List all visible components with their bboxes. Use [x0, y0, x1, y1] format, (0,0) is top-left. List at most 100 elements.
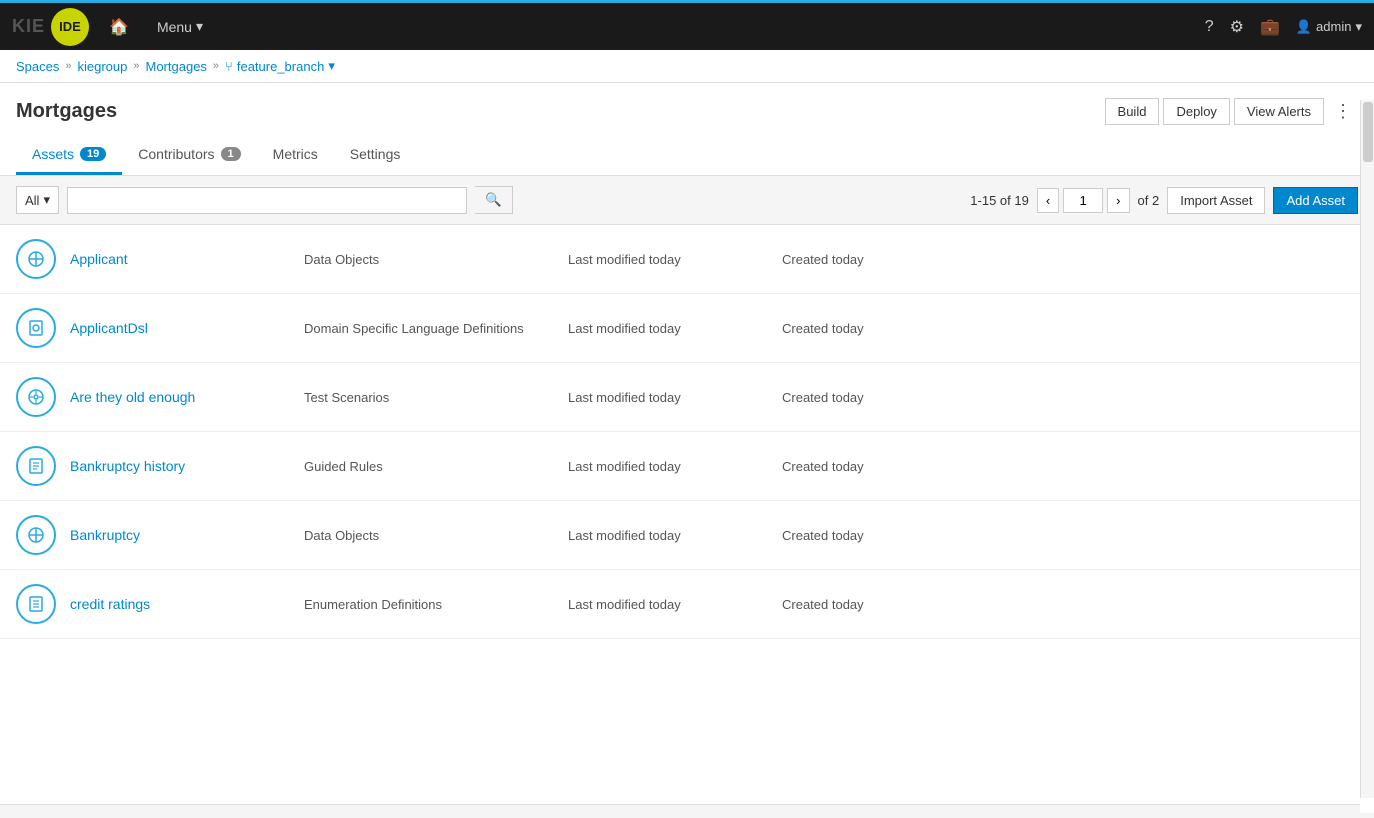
list-item: Applicant Data Objects Last modified tod…: [0, 225, 1374, 294]
prev-page-button[interactable]: ‹: [1037, 188, 1059, 213]
tab-assets-label: Assets: [32, 146, 74, 162]
user-icon: 👤: [1296, 19, 1312, 35]
list-item: Bankruptcy history Guided Rules Last mod…: [0, 432, 1374, 501]
add-asset-button[interactable]: Add Asset: [1273, 187, 1358, 214]
list-item: ApplicantDsl Domain Specific Language De…: [0, 294, 1374, 363]
view-alerts-button[interactable]: View Alerts: [1234, 98, 1324, 125]
scrollbar-thumb[interactable]: [1363, 102, 1373, 162]
page-input[interactable]: [1063, 188, 1103, 213]
page-nav: ‹ ›: [1037, 188, 1130, 213]
asset-created: Created today: [782, 597, 864, 612]
next-page-button[interactable]: ›: [1107, 188, 1129, 213]
pagination-info: 1-15 of 19: [970, 193, 1029, 208]
asset-icon-guided-rule: [16, 446, 56, 486]
breadcrumb-sep-2: »: [133, 60, 139, 72]
tabs-bar: Assets 19 Contributors 1 Metrics Setting…: [0, 136, 1374, 176]
menu-label: Menu: [157, 19, 192, 35]
topbar: KIE IDE 🏠 Menu ▾ ? ⚙ 💼 👤 admin ▾: [0, 0, 1374, 50]
asset-created: Created today: [782, 528, 864, 543]
asset-modified: Last modified today: [568, 390, 768, 405]
list-item: Bankruptcy Data Objects Last modified to…: [0, 501, 1374, 570]
branch-name: feature_branch: [237, 59, 324, 74]
tab-contributors-label: Contributors: [138, 146, 214, 162]
asset-created: Created today: [782, 321, 864, 336]
more-options-button[interactable]: ⋮: [1328, 97, 1358, 126]
asset-type: Guided Rules: [304, 459, 554, 474]
topbar-icons: ? ⚙ 💼 👤 admin ▾: [1205, 17, 1362, 37]
tab-assets[interactable]: Assets 19: [16, 136, 122, 175]
main-content: Mortgages Build Deploy View Alerts ⋮ Ass…: [0, 83, 1374, 813]
user-menu[interactable]: 👤 admin ▾: [1296, 19, 1362, 35]
filter-label: All: [25, 193, 39, 208]
briefcase-icon[interactable]: 💼: [1260, 17, 1280, 37]
settings-icon[interactable]: ⚙: [1230, 17, 1244, 37]
page-title: Mortgages: [16, 100, 117, 123]
scrollbar-track[interactable]: [1360, 100, 1374, 798]
asset-name[interactable]: Applicant: [70, 251, 290, 267]
asset-icon-test: [16, 377, 56, 417]
asset-modified: Last modified today: [568, 597, 768, 612]
asset-type: Domain Specific Language Definitions: [304, 321, 554, 336]
breadcrumb-mortgages[interactable]: Mortgages: [146, 59, 207, 74]
filter-bar: All ▾ 🔍 1-15 of 19 ‹ › of 2 Import Asset…: [0, 176, 1374, 225]
asset-icon-data-object: [16, 239, 56, 279]
asset-modified: Last modified today: [568, 528, 768, 543]
branch-icon: ⑂: [225, 59, 233, 74]
breadcrumb-kiegroup[interactable]: kiegroup: [78, 59, 128, 74]
breadcrumb-sep-1: »: [65, 60, 71, 72]
breadcrumb-bar: Spaces » kiegroup » Mortgages » ⑂ featur…: [0, 50, 1374, 83]
deploy-button[interactable]: Deploy: [1163, 98, 1229, 125]
home-button[interactable]: 🏠: [101, 13, 137, 41]
asset-name[interactable]: Are they old enough: [70, 389, 290, 405]
horizontal-scrollbar[interactable]: [0, 804, 1360, 818]
asset-type: Enumeration Definitions: [304, 597, 554, 612]
asset-name[interactable]: Bankruptcy history: [70, 458, 290, 474]
search-icon: 🔍: [485, 192, 502, 207]
filter-dropdown[interactable]: All ▾: [16, 186, 59, 214]
asset-modified: Last modified today: [568, 252, 768, 267]
tab-metrics-label: Metrics: [273, 146, 318, 162]
tab-settings[interactable]: Settings: [334, 136, 417, 175]
list-item: Are they old enough Test Scenarios Last …: [0, 363, 1374, 432]
asset-icon-data-object-2: [16, 515, 56, 555]
user-chevron-icon: ▾: [1355, 19, 1362, 35]
tab-metrics[interactable]: Metrics: [257, 136, 334, 175]
asset-modified: Last modified today: [568, 459, 768, 474]
asset-created: Created today: [782, 252, 864, 267]
asset-created: Created today: [782, 390, 864, 405]
import-asset-button[interactable]: Import Asset: [1167, 187, 1265, 214]
help-icon[interactable]: ?: [1205, 18, 1214, 36]
menu-chevron-icon: ▾: [196, 18, 203, 35]
asset-type: Data Objects: [304, 252, 554, 267]
breadcrumb-branch[interactable]: ⑂ feature_branch ▾: [225, 58, 335, 74]
tab-contributors-badge: 1: [221, 147, 241, 161]
build-button[interactable]: Build: [1105, 98, 1160, 125]
tab-contributors[interactable]: Contributors 1: [122, 136, 256, 175]
breadcrumb-sep-3: »: [213, 60, 219, 72]
asset-modified: Last modified today: [568, 321, 768, 336]
of-pages: of 2: [1138, 193, 1160, 208]
tab-settings-label: Settings: [350, 146, 401, 162]
asset-type: Test Scenarios: [304, 390, 554, 405]
filter-chevron-icon: ▾: [43, 192, 50, 208]
project-header: Mortgages Build Deploy View Alerts ⋮: [0, 83, 1374, 126]
asset-created: Created today: [782, 459, 864, 474]
menu-button[interactable]: Menu ▾: [149, 14, 211, 39]
asset-type: Data Objects: [304, 528, 554, 543]
asset-icon-enum: [16, 584, 56, 624]
asset-name[interactable]: credit ratings: [70, 596, 290, 612]
branch-chevron-icon: ▾: [328, 58, 335, 74]
asset-name[interactable]: Bankruptcy: [70, 527, 290, 543]
breadcrumb-spaces[interactable]: Spaces: [16, 59, 59, 74]
asset-list: Applicant Data Objects Last modified tod…: [0, 225, 1374, 813]
asset-name[interactable]: ApplicantDsl: [70, 320, 290, 336]
kie-text: KIE: [12, 16, 45, 37]
ide-badge: IDE: [51, 8, 89, 46]
list-item: credit ratings Enumeration Definitions L…: [0, 570, 1374, 639]
user-name: admin: [1316, 19, 1351, 34]
search-input[interactable]: [67, 187, 467, 214]
kie-logo: KIE IDE: [12, 8, 89, 46]
asset-icon-dsl: [16, 308, 56, 348]
header-buttons: Build Deploy View Alerts ⋮: [1105, 97, 1358, 126]
search-button[interactable]: 🔍: [475, 186, 513, 214]
